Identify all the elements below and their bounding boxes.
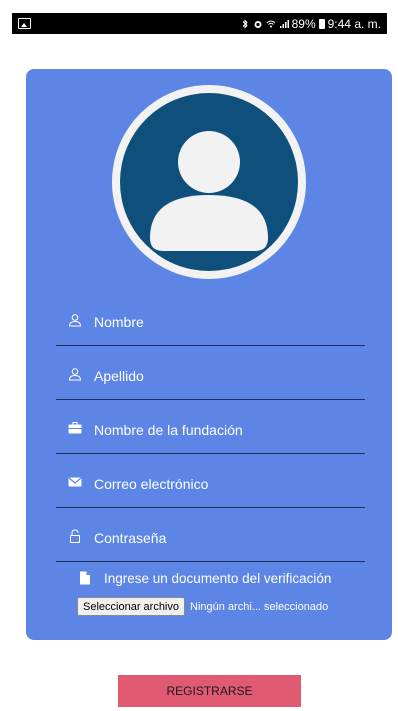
foundation-name-input[interactable]	[56, 421, 365, 439]
email-input[interactable]	[56, 475, 365, 493]
bluetooth-icon	[242, 18, 248, 29]
wifi-icon	[266, 20, 275, 27]
password-field[interactable]	[56, 508, 365, 562]
file-status-text: Ningún archi... seleccionado	[190, 600, 329, 613]
first-name-field[interactable]	[56, 292, 365, 346]
document-icon	[80, 571, 90, 585]
alarm-icon	[254, 20, 262, 28]
avatar[interactable]	[112, 85, 306, 279]
document-label-text: Ingrese un documento del verificación	[104, 570, 332, 586]
signal-icon	[279, 19, 289, 28]
first-name-input[interactable]	[56, 313, 365, 331]
battery-percent: 89%	[291, 16, 316, 31]
battery-icon	[318, 18, 325, 29]
email-field[interactable]	[56, 454, 365, 508]
foundation-name-field[interactable]	[56, 400, 365, 454]
status-bar: 89% 9:44 a. m.	[12, 13, 387, 34]
file-picker: Seleccionar archivo Ningún archi... sele…	[77, 597, 328, 616]
last-name-field[interactable]	[56, 346, 365, 400]
registration-card: Ingrese un documento del verificación Se…	[26, 69, 392, 640]
password-input[interactable]	[56, 529, 365, 547]
clock: 9:44 a. m.	[327, 16, 381, 31]
avatar-placeholder-icon	[120, 93, 298, 271]
document-upload-label: Ingrese un documento del verificación	[79, 569, 331, 587]
last-name-input[interactable]	[56, 367, 365, 385]
register-button[interactable]: REGISTRARSE	[118, 675, 301, 707]
image-notification-icon	[18, 18, 31, 29]
select-file-button[interactable]: Seleccionar archivo	[77, 597, 185, 616]
